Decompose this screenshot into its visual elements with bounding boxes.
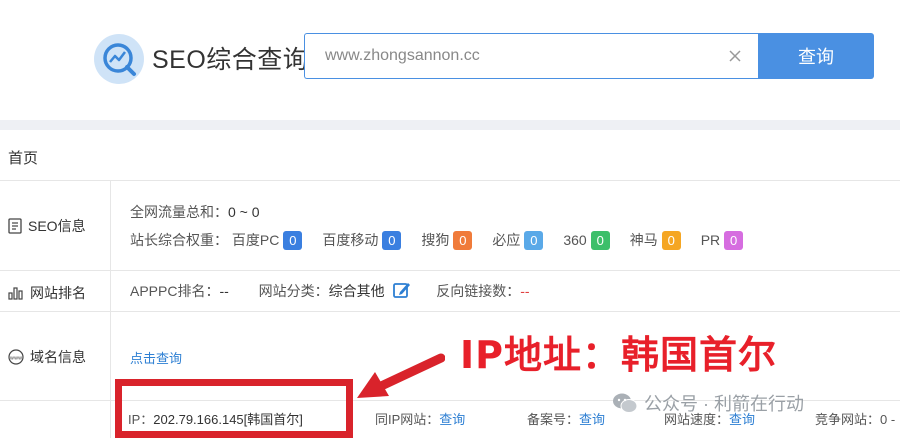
divider [0, 270, 900, 271]
edit-icon[interactable] [392, 280, 412, 300]
weight-row: 站长综合权重： 百度PC 0 百度移动 0 搜狗 0 必应 0 360 0 神马 0 PR 0 [130, 230, 763, 250]
search-box [304, 33, 759, 79]
traffic-label: 全网流量总和： [130, 204, 228, 220]
document-icon [8, 218, 22, 234]
engine-name: 搜狗 [421, 232, 450, 248]
svg-text:www: www [10, 356, 22, 362]
category-label: 网站分类： [258, 283, 329, 299]
breadcrumb-home[interactable]: 首页 [8, 147, 38, 168]
engine-name: 神马 [629, 232, 658, 248]
sidebar-item-label: SEO信息 [28, 218, 86, 234]
highlight-box [115, 379, 353, 438]
engine-weight-badge: 0 [283, 230, 303, 250]
divider-band [0, 120, 900, 130]
engine-name: PR [700, 232, 721, 248]
icp-row: 备案号：查询 [527, 409, 605, 428]
engine-list: 百度PC 0 百度移动 0 搜狗 0 必应 0 360 0 神马 0 PR 0 [231, 230, 763, 250]
engine-weight-badge: 0 [724, 230, 744, 250]
traffic-value: 0 ~ 0 [228, 204, 260, 220]
engine-weight-badge: 0 [590, 230, 610, 250]
icp-query-link[interactable]: 查询 [579, 412, 605, 427]
icp-label: 备案号： [527, 412, 580, 427]
engine-name: 百度移动 [322, 232, 379, 248]
apppc-label: APPPC排名： [130, 283, 220, 299]
traffic-row: 全网流量总和：0 ~ 0 [130, 202, 260, 222]
click-query-link[interactable]: 点击查询 [130, 348, 182, 367]
category-value: 综合其他 [328, 283, 385, 299]
divider [0, 311, 900, 312]
engine-name: 百度PC [231, 232, 280, 248]
bar-chart-icon [8, 287, 23, 300]
annotation-arrow-icon [357, 353, 445, 398]
column-divider [110, 180, 111, 438]
search-input[interactable] [325, 34, 725, 78]
backlinks-label: 反向链接数： [436, 283, 521, 299]
watermark-text: 公众号 · 利箭在行动 [644, 394, 804, 414]
watermark: 公众号 · 利箭在行动 [612, 390, 804, 416]
sidebar-item-label: 域名信息 [30, 349, 86, 365]
search-button[interactable]: 查询 [758, 33, 874, 79]
backlinks-value: -- [520, 283, 530, 299]
engine-weight-badge: 0 [382, 230, 402, 250]
seo-logo-icon [94, 34, 144, 84]
apppc-value: -- [219, 283, 229, 299]
engine-weight-badge: 0 [524, 230, 544, 250]
same-ip-label: 同IP网站： [375, 412, 440, 427]
weight-label: 站长综合权重： [130, 232, 228, 248]
sidebar-item-site-rank: 网站排名 [8, 283, 86, 303]
divider [0, 180, 900, 181]
sidebar-item-label: 网站排名 [30, 285, 86, 301]
clear-icon[interactable] [728, 49, 742, 63]
engine-weight-badge: 0 [453, 230, 473, 250]
wechat-icon [613, 393, 638, 413]
same-ip-query-link[interactable]: 查询 [439, 412, 465, 427]
engine-name: 360 [563, 232, 587, 248]
same-ip-row: 同IP网站：查询 [375, 409, 465, 428]
competitor-value: 0 - [880, 412, 896, 427]
competitor-row: 竞争网站：0 - [815, 409, 895, 428]
competitor-label: 竞争网站： [815, 412, 881, 427]
sidebar-item-domain-info: www 域名信息 [8, 347, 86, 367]
annotation-text: IP地址：韩国首尔 [460, 333, 777, 377]
www-globe-icon: www [8, 349, 24, 365]
engine-weight-badge: 0 [661, 230, 681, 250]
rank-row: APPPC排名：-- 网站分类：综合其他 反向链接数：-- [130, 280, 530, 301]
logo-text: SEO综合查询 [152, 46, 309, 74]
sidebar-item-seo-info: SEO信息 [8, 216, 86, 236]
engine-name: 必应 [492, 232, 521, 248]
